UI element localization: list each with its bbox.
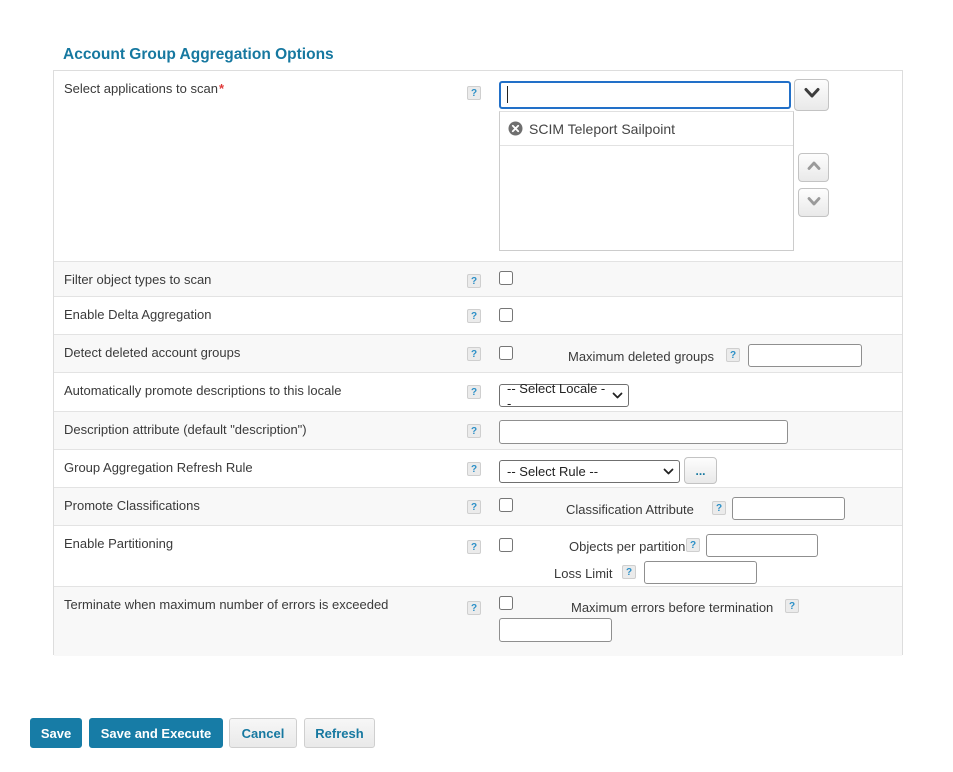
help-icon[interactable]: ? [785, 599, 799, 613]
field-label: Enable Delta Aggregation [64, 307, 211, 323]
account-group-aggregation-page: Account Group Aggregation Options Select… [0, 0, 953, 772]
description-attribute-input[interactable] [499, 420, 788, 444]
detect-deleted-groups-checkbox[interactable] [499, 346, 513, 360]
list-item-label: SCIM Teleport Sailpoint [529, 121, 675, 137]
row-enable-delta-aggregation: Enable Delta Aggregation ? [54, 296, 902, 334]
help-icon[interactable]: ? [467, 540, 481, 554]
row-terminate-max-errors: Terminate when maximum number of errors … [54, 586, 902, 656]
chevron-down-icon [612, 391, 623, 400]
field-label: Description attribute (default "descript… [64, 422, 307, 438]
help-icon[interactable]: ? [467, 601, 481, 615]
save-button[interactable]: Save [30, 718, 82, 748]
field-label: Terminate when maximum number of errors … [64, 597, 388, 613]
row-refresh-rule: Group Aggregation Refresh Rule ? -- Sele… [54, 449, 902, 487]
help-icon[interactable]: ? [712, 501, 726, 515]
field-label: Detect deleted account groups [64, 345, 240, 361]
maximum-deleted-groups-input[interactable] [748, 344, 862, 367]
row-filter-object-types: Filter object types to scan ? [54, 261, 902, 296]
save-and-execute-button[interactable]: Save and Execute [89, 718, 223, 748]
cancel-button[interactable]: Cancel [229, 718, 297, 748]
field-label: Filter object types to scan [64, 272, 211, 288]
field-label: Enable Partitioning [64, 536, 173, 552]
help-icon[interactable]: ? [467, 385, 481, 399]
move-up-button[interactable] [798, 153, 829, 182]
required-asterisk: * [219, 81, 224, 96]
field-label: Group Aggregation Refresh Rule [64, 460, 253, 476]
help-icon[interactable]: ? [467, 274, 481, 288]
enable-delta-aggregation-checkbox[interactable] [499, 308, 513, 322]
help-icon[interactable]: ? [622, 565, 636, 579]
locale-select[interactable]: -- Select Locale -- [499, 384, 629, 407]
selected-applications-list: SCIM Teleport Sailpoint [499, 111, 794, 251]
rule-browse-button[interactable]: ... [684, 457, 717, 484]
remove-item-icon[interactable] [508, 121, 523, 136]
help-icon[interactable]: ? [467, 86, 481, 100]
terminate-max-errors-checkbox[interactable] [499, 596, 513, 610]
aggregation-options-table: Select applications to scan* ? SCIM Tele… [53, 70, 903, 655]
help-icon[interactable]: ? [467, 500, 481, 514]
promote-classifications-checkbox[interactable] [499, 498, 513, 512]
chevron-down-icon [663, 467, 674, 476]
refresh-rule-select-value: -- Select Rule -- [507, 464, 598, 479]
field-label: Select applications to scan* [64, 81, 224, 97]
row-promote-classifications: Promote Classifications ? Classification… [54, 487, 902, 525]
chevron-up-icon [806, 159, 822, 177]
maximum-errors-input[interactable] [499, 618, 612, 642]
sub-field-label: Maximum errors before termination [571, 600, 773, 615]
row-detect-deleted-groups: Detect deleted account groups ? Maximum … [54, 334, 902, 372]
help-icon[interactable]: ? [467, 424, 481, 438]
help-icon[interactable]: ? [467, 309, 481, 323]
help-icon[interactable]: ? [726, 348, 740, 362]
move-down-button[interactable] [798, 188, 829, 217]
list-item[interactable]: SCIM Teleport Sailpoint [500, 112, 793, 146]
objects-per-partition-input[interactable] [706, 534, 818, 557]
help-icon[interactable]: ? [467, 462, 481, 476]
row-description-attribute: Description attribute (default "descript… [54, 411, 902, 449]
applications-dropdown-button[interactable] [794, 79, 829, 111]
filter-object-types-checkbox[interactable] [499, 271, 513, 285]
text-caret [507, 86, 508, 103]
field-label: Promote Classifications [64, 498, 200, 514]
page-title: Account Group Aggregation Options [63, 46, 334, 64]
help-icon[interactable]: ? [467, 347, 481, 361]
row-promote-descriptions-locale: Automatically promote descriptions to th… [54, 372, 902, 411]
row-select-applications: Select applications to scan* ? SCIM Tele… [54, 71, 902, 261]
help-icon[interactable]: ? [686, 538, 700, 552]
ellipsis-label: ... [695, 464, 705, 478]
sub-field-label: Classification Attribute [566, 502, 694, 517]
refresh-button[interactable]: Refresh [304, 718, 375, 748]
chevron-down-icon [803, 86, 821, 105]
locale-select-value: -- Select Locale -- [507, 381, 608, 411]
refresh-rule-select[interactable]: -- Select Rule -- [499, 460, 680, 483]
applications-search-input[interactable] [499, 81, 791, 109]
loss-limit-input[interactable] [644, 561, 757, 584]
chevron-down-icon [806, 194, 822, 212]
sub-field-label: Objects per partition [569, 539, 685, 554]
enable-partitioning-checkbox[interactable] [499, 538, 513, 552]
field-label: Automatically promote descriptions to th… [64, 383, 341, 399]
row-enable-partitioning: Enable Partitioning ? Objects per partit… [54, 525, 902, 586]
sub-field-label: Maximum deleted groups [568, 349, 714, 364]
classification-attribute-input[interactable] [732, 497, 845, 520]
sub-field-label: Loss Limit [554, 566, 613, 581]
